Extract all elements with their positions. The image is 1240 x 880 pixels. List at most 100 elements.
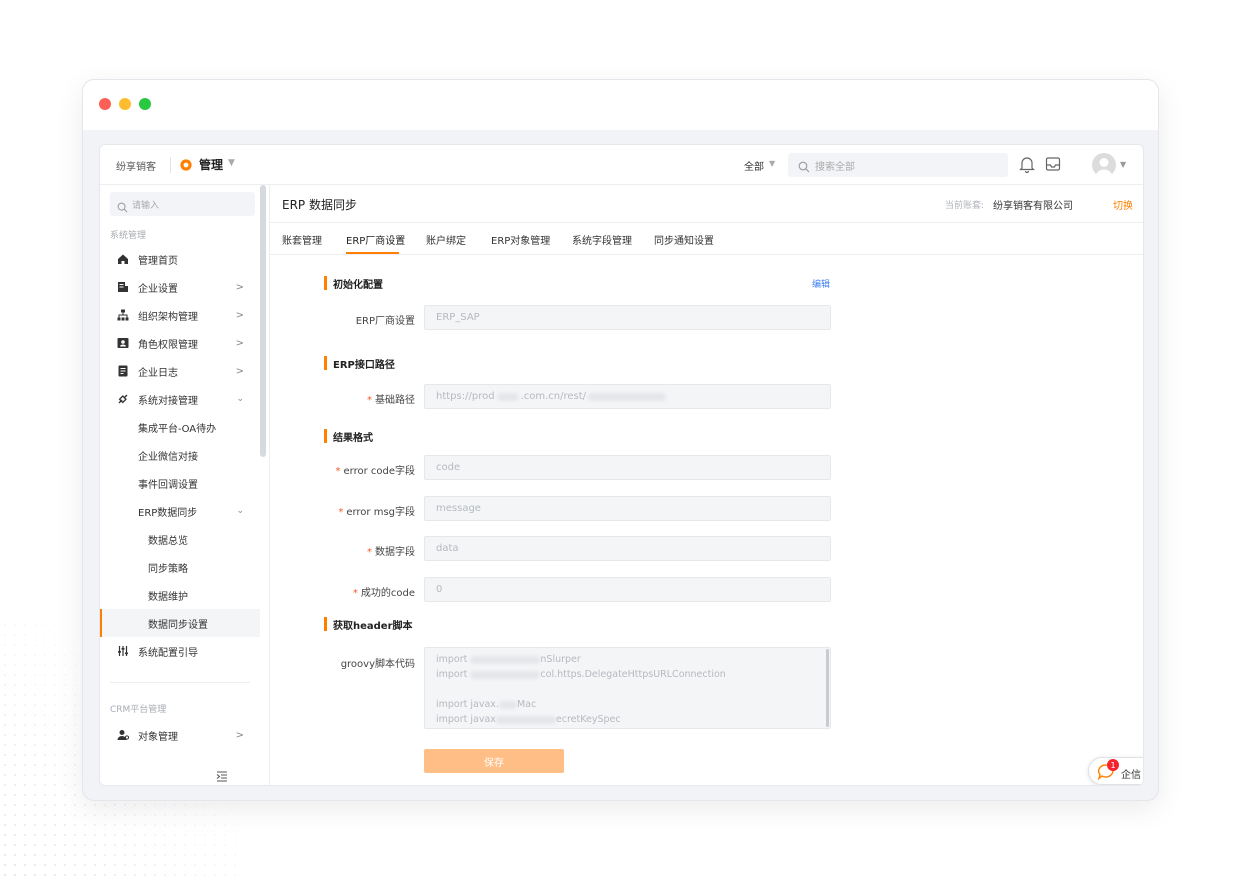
global-search-input[interactable]: 搜索全部	[788, 153, 1008, 177]
field-label: * error code字段	[335, 466, 415, 477]
sidebar-erp-item-overview[interactable]: 数据总览	[100, 525, 260, 553]
sidebar-erp-item-label: 数据总览	[148, 535, 188, 547]
tab-bar: 账套管理 ERP厂商设置 账户绑定 ERP对象管理 系统字段管理 同步通知设置	[270, 223, 1143, 255]
close-window-button[interactable]	[99, 98, 111, 110]
home-icon	[116, 252, 130, 266]
sidebar-subitem-erp-sync[interactable]: ERP数据同步 ⌄	[100, 497, 260, 525]
chat-float-button[interactable]: 1 企信	[1088, 757, 1143, 785]
tab-sync-notify[interactable]: 同步通知设置	[654, 223, 714, 255]
error-msg-input[interactable]: message	[424, 496, 831, 521]
sidebar-subitem-oa-todo[interactable]: 集成平台-OA待办	[100, 413, 260, 441]
switch-account-link[interactable]: 切换	[1113, 197, 1133, 212]
sidebar-scrollbar[interactable]	[260, 185, 266, 457]
sidebar-item-home[interactable]: 管理首页	[100, 245, 260, 273]
sidebar-search-placeholder: 请输入	[132, 201, 160, 211]
chevron-down-icon: ⌄	[236, 506, 244, 516]
data-field-value: data	[436, 543, 459, 554]
base-path-input[interactable]: https://prod .com.cn/rest/	[424, 384, 831, 409]
tab-account-binding[interactable]: 账户绑定	[426, 223, 466, 255]
sidebar-item-label: 企业日志	[138, 367, 178, 379]
chevron-right-icon: >	[235, 281, 244, 293]
chat-label: 企信	[1121, 770, 1141, 781]
brand-label[interactable]: 纷享销客	[116, 158, 156, 173]
data-field-input[interactable]: data	[424, 536, 831, 561]
tab-system-fields[interactable]: 系统字段管理	[572, 223, 632, 255]
sidebar-erp-item-strategy[interactable]: 同步策略	[100, 553, 260, 581]
chevron-down-icon[interactable]: ▼	[228, 158, 235, 168]
sidebar-search-input[interactable]: 请输入	[110, 192, 255, 216]
tab-erp-vendor[interactable]: ERP厂商设置	[346, 223, 405, 255]
sidebar-erp-item-sync-settings[interactable]: 数据同步设置	[100, 609, 260, 637]
section-header-script: 获取header脚本	[324, 617, 413, 632]
error-code-input[interactable]: code	[424, 455, 831, 480]
save-button[interactable]: 保存	[424, 749, 564, 773]
groovy-script-textarea[interactable]: import nSlurper import col.https.Delegat…	[424, 647, 831, 729]
sidebar-item-label: 对象管理	[138, 731, 178, 743]
sidebar-erp-item-maintenance[interactable]: 数据维护	[100, 581, 260, 609]
tab-erp-objects[interactable]: ERP对象管理	[491, 223, 550, 255]
account-label: 当前账套:	[945, 201, 985, 211]
sidebar-subitem-event-callback[interactable]: 事件回调设置	[100, 469, 260, 497]
module-title[interactable]: 管理	[199, 156, 223, 173]
section-init: 初始化配置	[324, 276, 383, 291]
code-line: import javax ecretKeySpec	[436, 714, 621, 725]
section-title: ERP接口路径	[333, 359, 395, 371]
sidebar-item-label: 系统对接管理	[138, 395, 198, 407]
sidebar-item-role-permissions[interactable]: 角色权限管理 >	[100, 329, 260, 357]
building-icon	[116, 280, 130, 294]
section-title: 获取header脚本	[333, 620, 413, 632]
sidebar-subitem-wecom[interactable]: 企业微信对接	[100, 441, 260, 469]
code-line: import col.https.DelegateHttpsURLConnect…	[436, 669, 726, 680]
sidebar-item-org-structure[interactable]: 组织架构管理 >	[100, 301, 260, 329]
search-scope-select[interactable]: 全部	[744, 158, 764, 173]
active-indicator	[100, 609, 102, 637]
sidebar-item-config-guide[interactable]: 系统配置引导	[100, 637, 260, 665]
sidebar: 请输入 系统管理 管理首页 企业设置 > 组织架构管理 > 角色权限管理 > 企…	[100, 185, 270, 785]
inbox-icon[interactable]	[1044, 155, 1062, 177]
page-header: ERP 数据同步 当前账套: 纷享销客有限公司 切换	[270, 185, 1143, 223]
sidebar-item-label: 系统配置引导	[138, 647, 198, 659]
sidebar-erp-item-label: 数据维护	[148, 591, 188, 603]
chevron-down-icon[interactable]: ▼	[1120, 160, 1126, 169]
maximize-window-button[interactable]	[139, 98, 151, 110]
section-title: 结果格式	[333, 432, 373, 444]
window-titlebar	[83, 80, 1158, 130]
main-content: ERP 数据同步 当前账套: 纷享销客有限公司 切换 账套管理 ERP厂商设置 …	[270, 185, 1143, 785]
section-title: 初始化配置	[333, 279, 383, 291]
sidebar-item-label: 角色权限管理	[138, 339, 198, 351]
sidebar-item-enterprise-settings[interactable]: 企业设置 >	[100, 273, 260, 301]
minimize-window-button[interactable]	[119, 98, 131, 110]
link-icon	[116, 392, 130, 406]
section-label-system: 系统管理	[110, 231, 147, 241]
sidebar-subitem-label: 企业微信对接	[138, 451, 198, 463]
edit-link[interactable]: 编辑	[812, 277, 830, 290]
account-name: 纷享销客有限公司	[993, 201, 1073, 212]
collapse-sidebar-icon[interactable]	[216, 767, 228, 785]
field-label: * error msg字段	[338, 507, 415, 518]
user-gear-icon	[116, 728, 130, 742]
section-path: ERP接口路径	[324, 356, 395, 371]
org-chart-icon	[116, 308, 130, 322]
redacted-text	[496, 392, 519, 401]
base-path-value-end: .com.cn/rest/	[520, 391, 587, 402]
success-code-input[interactable]: 0	[424, 577, 831, 602]
sidebar-item-enterprise-log[interactable]: 企业日志 >	[100, 357, 260, 385]
chevron-right-icon: >	[235, 337, 244, 349]
sidebar-item-object-management[interactable]: 对象管理 >	[100, 721, 260, 749]
notification-badge: 1	[1107, 759, 1119, 771]
erp-vendor-value: ERP_SAP	[436, 312, 480, 323]
field-label: groovy脚本代码	[340, 659, 415, 670]
error-code-value: code	[436, 462, 461, 473]
redacted-text	[588, 392, 667, 401]
avatar[interactable]	[1092, 153, 1116, 177]
erp-vendor-input[interactable]: ERP_SAP	[424, 305, 831, 330]
chevron-down-icon[interactable]: ▼	[769, 159, 775, 168]
tab-ledger[interactable]: 账套管理	[282, 223, 322, 255]
id-card-icon	[116, 336, 130, 350]
textarea-scrollbar[interactable]	[826, 649, 829, 727]
search-icon	[798, 158, 810, 177]
sidebar-item-system-integration[interactable]: 系统对接管理 ⌄	[100, 385, 260, 413]
sidebar-subitem-label: ERP数据同步	[138, 507, 198, 519]
bell-icon[interactable]	[1018, 155, 1036, 177]
active-tab-indicator	[346, 252, 399, 254]
